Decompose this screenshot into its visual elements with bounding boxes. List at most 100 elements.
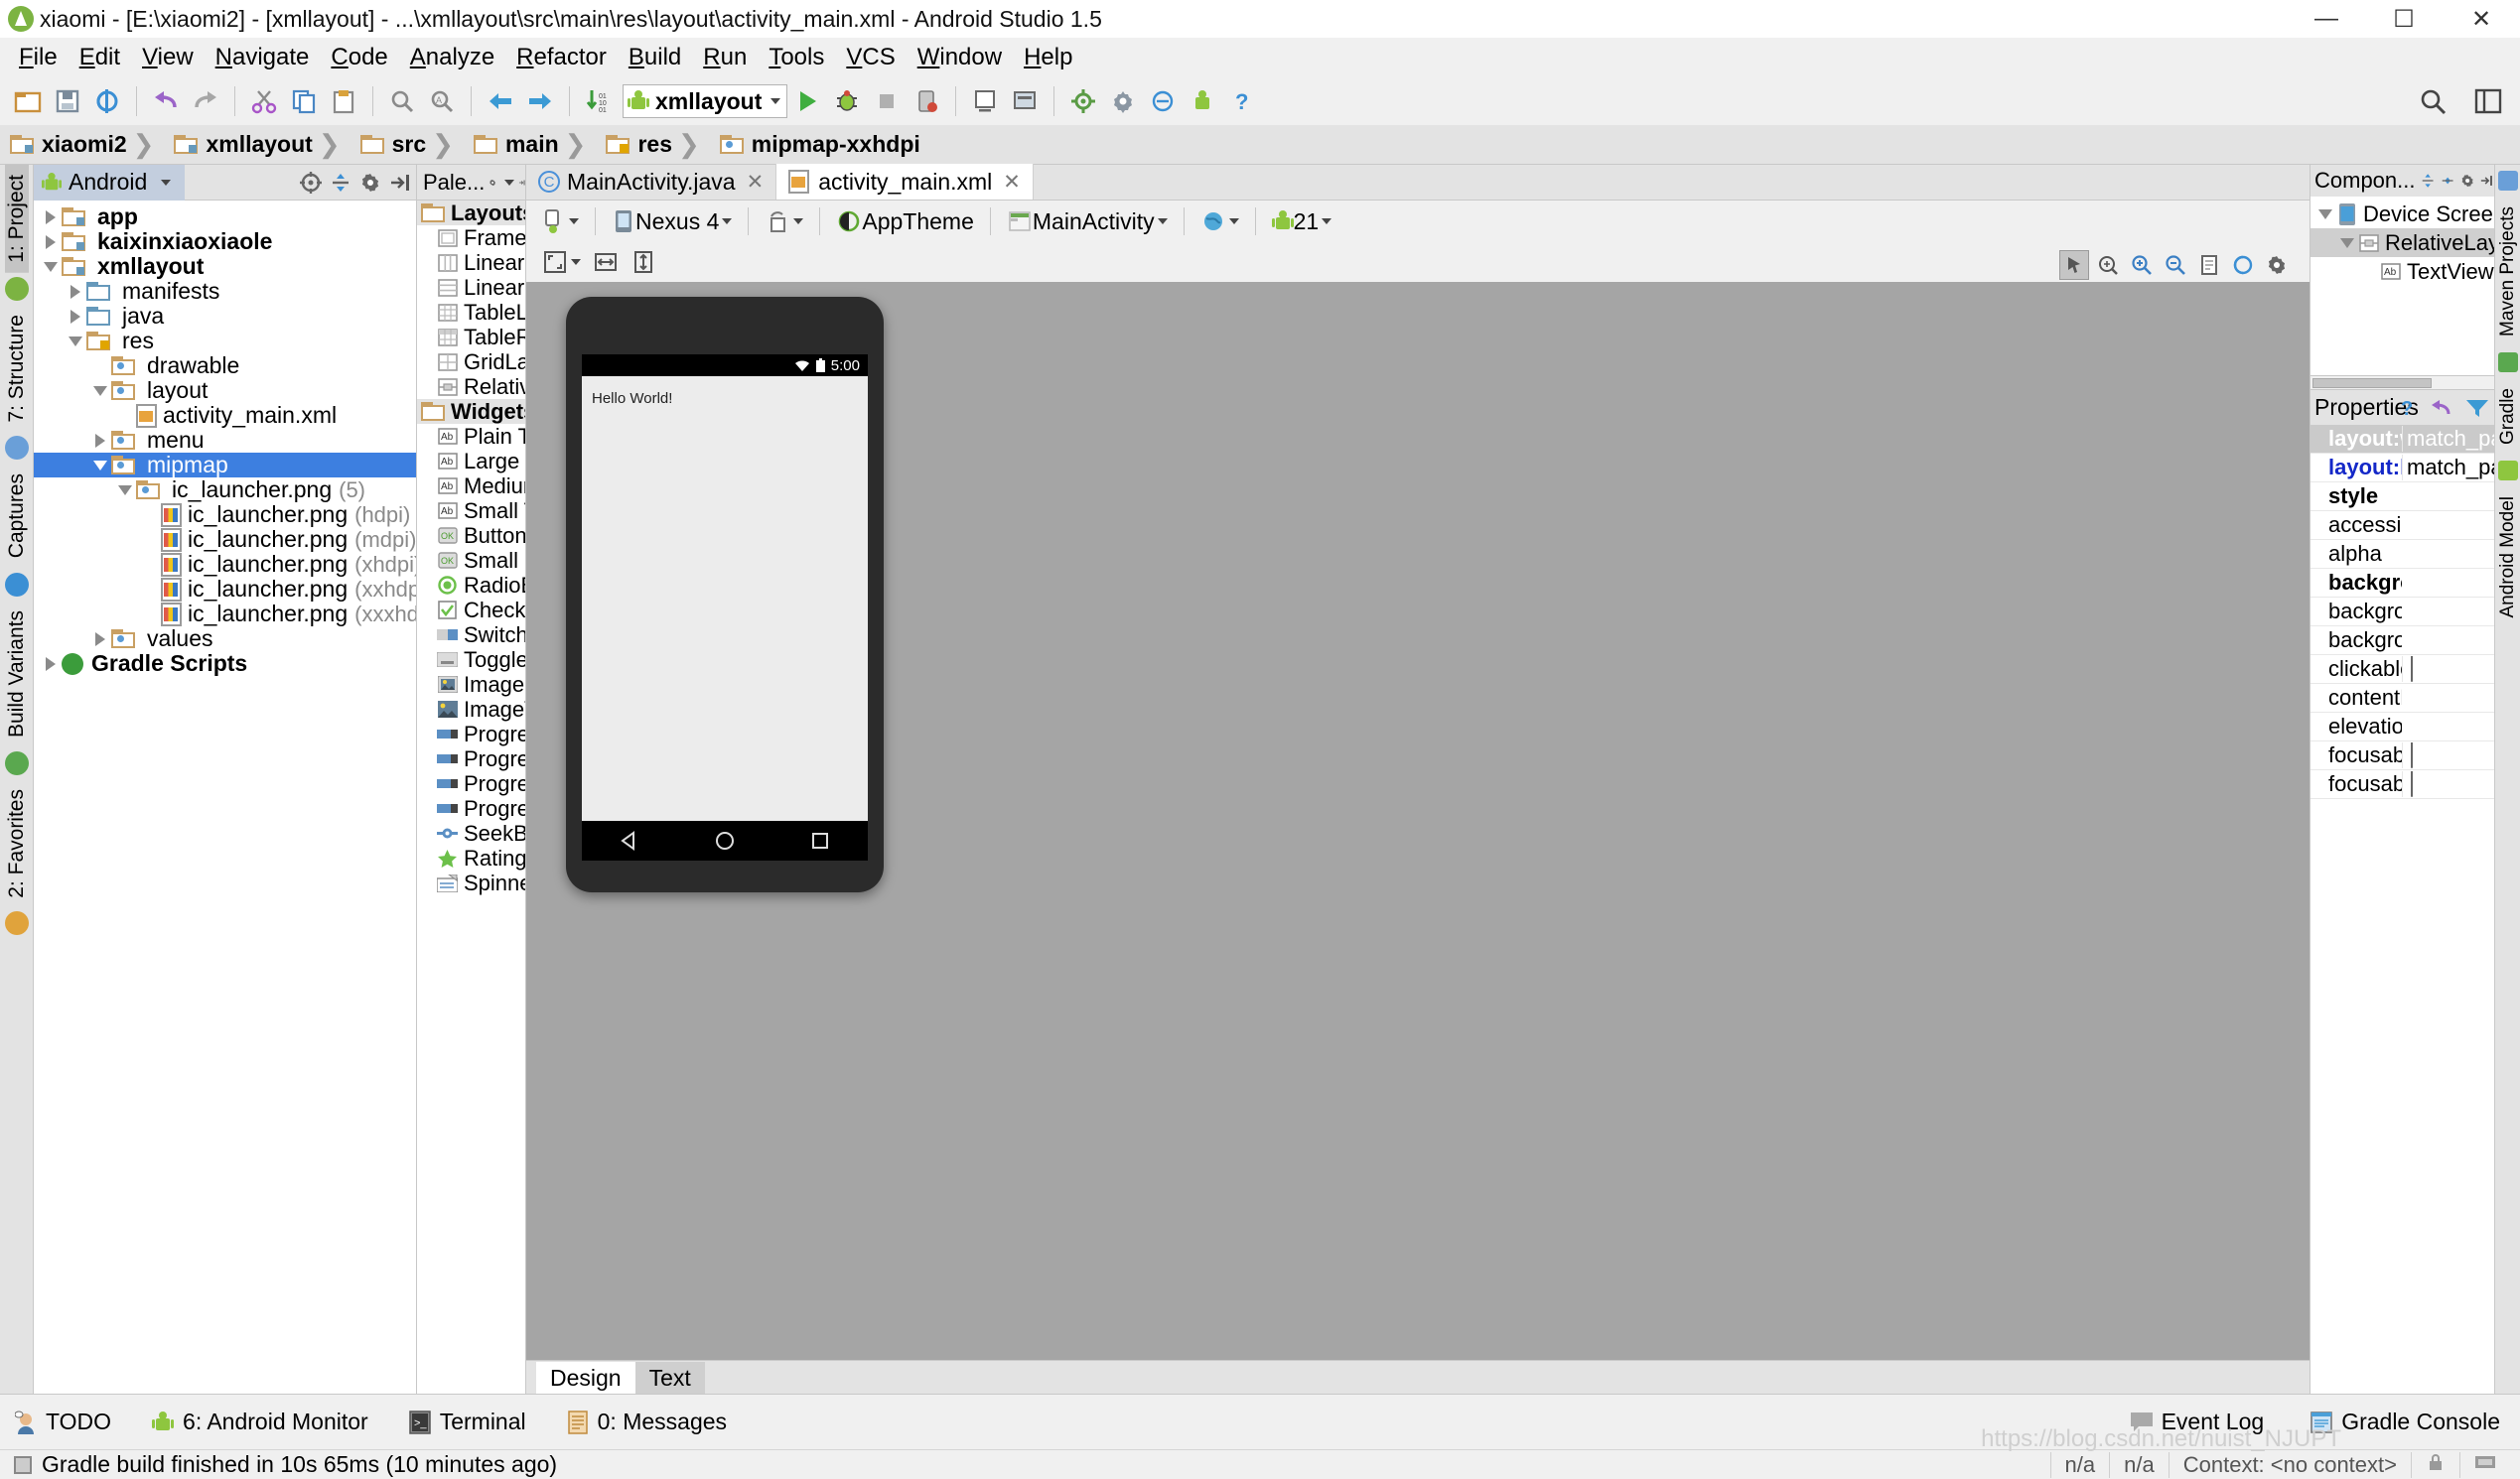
property-row-accessibil[interactable]: accessibil (2310, 511, 2494, 540)
run-icon[interactable] (790, 84, 824, 118)
breadcrumb-item-src[interactable]: src ❯ (359, 129, 474, 160)
tree-item-xmllayout[interactable]: xmllayout (34, 253, 416, 279)
palette-item-checkb[interactable]: CheckB (417, 598, 525, 622)
chevron-right-icon[interactable] (89, 631, 111, 646)
fit-height-button[interactable] (630, 249, 656, 275)
replace-icon[interactable]: A (425, 84, 459, 118)
project-panel-header-icons[interactable] (299, 171, 412, 195)
activity-selector[interactable]: MainActivity (1007, 208, 1168, 235)
chevron-right-icon[interactable] (40, 234, 62, 249)
restore-default-icon[interactable] (2429, 396, 2454, 420)
attach-debugger-icon[interactable] (910, 84, 943, 118)
paste-icon[interactable] (327, 84, 360, 118)
theme-selector[interactable]: AppTheme (836, 208, 974, 235)
tree-item-menu[interactable]: menu (34, 427, 416, 453)
tree-item-java[interactable]: java (34, 303, 416, 329)
palette-item-linearla[interactable]: LinearLa (417, 250, 525, 275)
find-icon[interactable] (385, 84, 419, 118)
palette-item-progres[interactable]: Progres (417, 746, 525, 771)
palette-item-framela[interactable]: FrameLa (417, 225, 525, 250)
tool-window-1--project[interactable]: 1: Project (4, 165, 29, 273)
tree-item-ic-launcher-png[interactable]: ic_launcher.png (5) (34, 476, 416, 502)
tool-window-icon[interactable] (2497, 351, 2518, 372)
tool-window-icon[interactable] (2497, 171, 2518, 191)
bottom-tab-terminal[interactable]: >_ Terminal (408, 1409, 526, 1435)
breadcrumb[interactable]: xiaomi2 ❯ xmllayout ❯ src ❯ main ❯ res ❯ mipmap-xx… (0, 125, 2520, 165)
sync-icon[interactable] (90, 84, 124, 118)
tree-item-ic-launcher-png[interactable]: ic_launcher.png(xxhdpi) (34, 576, 416, 602)
render-icon[interactable] (2194, 250, 2224, 280)
zoom-fit-button[interactable] (542, 249, 581, 275)
chevron-down-icon[interactable] (503, 179, 514, 186)
hide-icon[interactable] (518, 172, 525, 194)
menu-item-edit[interactable]: Edit (69, 42, 131, 73)
tool-window-2--favorites[interactable]: 2: Favorites (5, 779, 29, 908)
component-tree-item-textview----h[interactable]: Ab TextView - "H (2310, 257, 2494, 286)
property-value[interactable]: match_paren (2402, 426, 2494, 452)
bottom-tab-0--messages[interactable]: 0: Messages (566, 1409, 727, 1435)
component-tree-item-relativelayout[interactable]: RelativeLayout (2310, 228, 2494, 257)
orientation-selector[interactable] (765, 208, 804, 234)
property-value[interactable] (2402, 742, 2494, 768)
gear-icon[interactable] (2459, 170, 2475, 192)
tree-item-ic-launcher-png[interactable]: ic_launcher.png (mdpi) (34, 526, 416, 552)
property-checkbox[interactable] (2411, 742, 2413, 768)
tree-item-app[interactable]: app (34, 203, 416, 229)
sdk-manager-icon[interactable] (1008, 84, 1042, 118)
menu-item-analyze[interactable]: Analyze (399, 42, 505, 73)
layout-icon[interactable] (2471, 84, 2505, 118)
palette-header[interactable]: Pale... (417, 165, 525, 201)
property-checkbox[interactable] (2411, 771, 2413, 797)
chevron-right-icon[interactable] (40, 209, 62, 224)
palette-item-small-te[interactable]: Ab Small Te (417, 498, 525, 523)
settings-icon[interactable] (1106, 84, 1140, 118)
palette-item-button[interactable]: OK Button (417, 523, 525, 548)
menu-item-window[interactable]: Window (907, 42, 1013, 73)
tree-item-ic-launcher-png[interactable]: ic_launcher.png (xhdpi) (34, 551, 416, 577)
preview-toolbar[interactable] (2059, 250, 2292, 280)
menu-item-refactor[interactable]: Refactor (505, 42, 618, 73)
breadcrumb-item-xmllayout[interactable]: xmllayout ❯ (174, 129, 359, 160)
menu-item-navigate[interactable]: Navigate (205, 42, 321, 73)
status-bar-right[interactable]: n/a n/a Context: <no context> (2049, 1451, 2510, 1478)
property-row-style[interactable]: style (2310, 482, 2494, 511)
component-tree-header[interactable]: Compon... (2310, 165, 2494, 197)
tool-window-icon[interactable] (4, 750, 29, 775)
breadcrumb-item-xiaomi2[interactable]: xiaomi2 ❯ (10, 129, 174, 160)
redo-icon[interactable] (189, 84, 222, 118)
property-row-backgrou[interactable]: backgrou (2310, 626, 2494, 655)
hide-icon[interactable] (388, 171, 412, 195)
chevron-down-icon[interactable] (2336, 237, 2358, 248)
tree-item-layout[interactable]: layout (34, 377, 416, 403)
tree-item-kaixinxiaoxiaole[interactable]: kaixinxiaoxiaole (34, 228, 416, 254)
chevron-down-icon[interactable] (40, 261, 62, 272)
device-selector[interactable]: Nexus 4 (612, 208, 733, 235)
copy-icon[interactable] (287, 84, 321, 118)
palette-item-seekbar[interactable]: SeekBar (417, 821, 525, 846)
close-icon[interactable]: ✕ (1003, 170, 1021, 195)
collapse-all-icon[interactable] (2440, 170, 2455, 192)
filter-icon[interactable] (2464, 396, 2490, 420)
main-toolbar[interactable]: A 01 10 01 xmllayout ? (0, 77, 2520, 125)
avd-manager-icon[interactable] (968, 84, 1002, 118)
tool-window-captures[interactable]: Captures (5, 464, 29, 568)
stop-icon[interactable] (870, 84, 904, 118)
debug-icon[interactable] (830, 84, 864, 118)
bottom-tab-6--android-monitor[interactable]: 6: Android Monitor (151, 1409, 368, 1435)
chevron-down-icon[interactable] (571, 259, 581, 265)
palette-item-progres[interactable]: Progres (417, 771, 525, 796)
close-button[interactable]: ✕ (2443, 0, 2520, 38)
palette-item-progres[interactable]: Progres (417, 722, 525, 746)
palette-item-tablela[interactable]: TableLa (417, 300, 525, 325)
property-row-focusable[interactable]: focusable (2310, 741, 2494, 770)
palette-item-small-bu[interactable]: OK Small Bu (417, 548, 525, 573)
nav-recents-icon[interactable] (809, 830, 831, 852)
editor-tabs[interactable]: C MainActivity.java ✕ activity_main.xml ✕ (526, 164, 2310, 201)
device-config-button[interactable] (540, 208, 579, 234)
editor-mode-tab-design[interactable]: Design (536, 1362, 635, 1394)
palette-item-radiobu[interactable]: RadioBu (417, 573, 525, 598)
scrollbar-thumb[interactable] (2312, 378, 2432, 388)
palette-item-medium[interactable]: Ab Medium (417, 473, 525, 498)
property-row-layout-h[interactable]: layout:hmatch_paren (2310, 454, 2494, 482)
project-tree[interactable]: app kaixinxiaoxiaole xmllayout manifests jav… (34, 201, 416, 1394)
